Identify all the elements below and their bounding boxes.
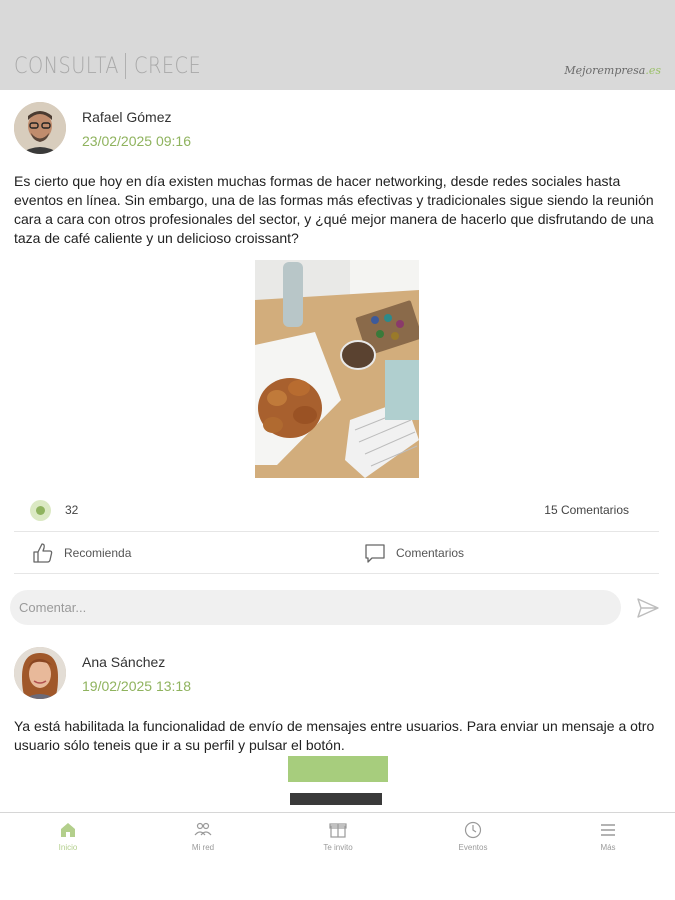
- post-stats: 32 15 Comentarios: [0, 490, 675, 530]
- thumbs-up-icon: [33, 543, 53, 563]
- clock-icon: [464, 821, 482, 839]
- post-actions: Recomienda Comentarios: [0, 533, 675, 573]
- tab-inicio[interactable]: Inicio: [23, 821, 113, 867]
- divider: [14, 531, 659, 532]
- post-header: Ana Sánchez 19/02/2025 13:18: [0, 635, 675, 707]
- invite-icon: [329, 823, 347, 838]
- mejorempresa-logo-suffix: .es: [645, 64, 661, 77]
- avatar[interactable]: [14, 102, 66, 154]
- mejorempresa-logo: Mejorempresa.es: [564, 64, 661, 77]
- recommend-button[interactable]: Recomienda: [32, 533, 131, 573]
- divider: [14, 573, 659, 574]
- menu-icon: [601, 824, 615, 836]
- comment-bubble-icon: [365, 544, 385, 563]
- send-button[interactable]: [636, 596, 660, 620]
- logo-word-consulta: CONSULTA: [14, 53, 119, 79]
- home-icon: [61, 823, 75, 837]
- network-icon: [194, 822, 212, 836]
- post-body: Ya está habilitada la funcionalidad de e…: [14, 718, 655, 753]
- send-icon: [637, 598, 659, 618]
- recommend-label: Recomienda: [64, 546, 132, 560]
- comment-count[interactable]: 15 Comentarios: [544, 503, 629, 517]
- like-count-icon: [30, 500, 51, 521]
- tab-label: Mi red: [191, 843, 215, 852]
- mejorempresa-logo-main: Mejorempresa: [564, 64, 646, 77]
- logo-divider: [125, 53, 127, 79]
- tab-label: Te invito: [323, 843, 353, 852]
- tab-label: Eventos: [458, 843, 488, 852]
- tab-label: Inicio: [58, 843, 78, 852]
- consulta-crece-logo: CONSULTA CRECE: [14, 53, 211, 79]
- post: Ana Sánchez 19/02/2025 13:18 Ya está hab…: [0, 635, 675, 805]
- post-author[interactable]: Ana Sánchez: [82, 654, 165, 670]
- post-author[interactable]: Rafael Gómez: [82, 109, 171, 125]
- avatar[interactable]: [14, 647, 66, 699]
- tab-eventos[interactable]: Eventos: [428, 821, 518, 867]
- like-count[interactable]: 32: [65, 503, 78, 517]
- tab-label: Más: [600, 843, 616, 852]
- tab-te-invito[interactable]: Te invito: [293, 821, 383, 867]
- logo-word-crece: CRECE: [134, 53, 202, 79]
- post-date: 23/02/2025 09:16: [82, 133, 191, 149]
- bottom-tab-bar: Inicio Mi red Te invito Eventos Más: [0, 812, 675, 900]
- post-image-continued: [290, 793, 382, 805]
- comments-label: Comentarios: [396, 546, 465, 560]
- tab-mi-red[interactable]: Mi red: [158, 821, 248, 867]
- tab-mas[interactable]: Más: [563, 821, 653, 867]
- post-image[interactable]: [255, 260, 419, 478]
- app-header: CONSULTA CRECE Mejorempresa.es: [0, 0, 675, 90]
- post-date: 19/02/2025 13:18: [82, 678, 191, 694]
- feed[interactable]: Rafael Gómez 23/02/2025 09:16 Es cierto …: [0, 90, 675, 812]
- post-image[interactable]: [288, 756, 388, 782]
- comment-input[interactable]: [10, 590, 621, 625]
- post-body: Es cierto que hoy en día existen muchas …: [14, 173, 654, 246]
- post-header: Rafael Gómez 23/02/2025 09:16: [0, 90, 675, 162]
- comments-button[interactable]: Comentarios: [364, 533, 464, 573]
